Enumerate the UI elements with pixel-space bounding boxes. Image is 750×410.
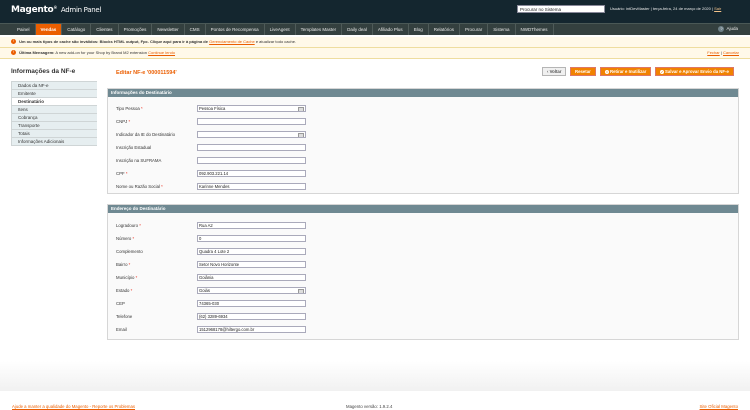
nav-item-blog[interactable]: Blog <box>409 24 429 35</box>
field-label: Complemento <box>116 249 143 254</box>
main-nav: Painel Vendas Catálogo Clientes Promoçõe… <box>0 23 750 35</box>
cache-management-link[interactable]: Gerenciamento de Cache <box>209 39 255 44</box>
nav-item-promocoes[interactable]: Promoções <box>119 24 153 35</box>
warning-icon: ! <box>11 39 16 45</box>
report-bugs-link[interactable]: Ajude a manter a qualidade do Magento - … <box>12 404 135 409</box>
footer: Ajude a manter a qualidade do Magento - … <box>0 361 750 410</box>
suframa-input[interactable] <box>197 157 306 164</box>
notice-actions: Fechar | Cancelar <box>707 50 739 55</box>
nav-item-daily-deal[interactable]: Daily deal <box>342 24 373 35</box>
dismiss-notice-link[interactable]: Cancelar <box>723 50 739 55</box>
nome-razao-social-input[interactable]: Karinne Mendes <box>197 183 306 190</box>
close-notice-link[interactable]: Fechar <box>707 50 719 55</box>
delete-icon: × <box>605 70 609 74</box>
magento-version: Magento versão: 1.9.2.4 <box>346 404 393 409</box>
nav-item-procurar[interactable]: Procurar <box>460 24 489 35</box>
field-label: Nome ou Razão Social * <box>116 184 163 189</box>
section-title: Endereço do Destinatário <box>108 205 738 213</box>
inscricao-estadual-input[interactable] <box>197 144 306 151</box>
help-link[interactable]: ? Ajuda <box>718 26 738 32</box>
nav-item-relatorios[interactable]: Relatórios <box>429 24 460 35</box>
logradouro-input[interactable]: Rua A2 <box>197 222 306 229</box>
nav-item-pontos[interactable]: Pontos de Recompensa <box>206 24 265 35</box>
tipo-pessoa-select[interactable]: Pessoa Física <box>197 105 306 112</box>
complemento-input[interactable]: Quadra 4 Lote 2 <box>197 248 306 255</box>
tab-destinatario[interactable]: Destinatário <box>11 98 97 106</box>
section-title: Informações do Destinatário <box>108 89 738 97</box>
field-label: CEP <box>116 301 125 306</box>
field-label: Município * <box>116 275 138 280</box>
nav-item-liveagent[interactable]: LiveAgent <box>265 24 296 35</box>
nav-item-clientes[interactable]: Clientes <box>91 24 119 35</box>
field-label: Número * <box>116 236 135 241</box>
ie-indicator-select[interactable] <box>197 131 306 138</box>
warning-icon: ! <box>11 50 16 56</box>
field-label: Estado * <box>116 288 133 293</box>
field-label: CPF * <box>116 171 128 176</box>
nav-item-catalogo[interactable]: Catálogo <box>62 24 92 35</box>
tab-transporte[interactable]: Transporte <box>11 122 97 130</box>
nav-item-newsletter[interactable]: Newsletter <box>152 24 185 35</box>
tab-dados-nfe[interactable]: Dados da NF-e <box>11 82 97 90</box>
sidebar-title: Informações da NF-e <box>11 68 76 75</box>
save-approve-button[interactable]: ✓ Salvar e Aprovar Envio da NF-e <box>655 67 734 76</box>
telefone-input[interactable]: (62) 3289-6934 <box>197 313 306 320</box>
bairro-input[interactable]: Setor Novo Horizonte <box>197 261 306 268</box>
nav-item-painel[interactable]: Painel <box>12 24 36 35</box>
nav-item-afiliado-plus[interactable]: Afiliado Plus <box>373 24 409 35</box>
logout-link[interactable]: Sair <box>714 6 721 11</box>
field-label: Indicador da IE do Destinatário <box>116 132 175 137</box>
field-label: CNPJ * <box>116 119 131 124</box>
page-title: Editar NF-e '000011594' <box>116 70 177 76</box>
cnpj-input[interactable] <box>197 118 306 125</box>
nav-item-sistema[interactable]: Sistema <box>488 24 516 35</box>
recipient-info-section: Informações do Destinatário Tipo Pessoa … <box>107 88 739 194</box>
estado-select[interactable]: Goiás <box>197 287 306 294</box>
numero-input[interactable]: 0 <box>197 235 306 242</box>
municipio-input[interactable]: Goiânia <box>197 274 306 281</box>
check-icon: ✓ <box>660 70 664 74</box>
field-label: Tipo Pessoa * <box>116 106 143 111</box>
help-icon: ? <box>718 26 725 32</box>
field-label: Inscrição Estadual <box>116 145 152 150</box>
back-button[interactable]: ‹ Voltar <box>542 67 567 76</box>
field-label: Inscrição na SUFRAMA <box>116 158 162 163</box>
field-label: Bairro * <box>116 262 131 267</box>
email-input[interactable]: 1512968178@hiltergo.com.br <box>197 326 306 333</box>
field-label: Email <box>116 327 127 332</box>
nav-item-nwdthemes[interactable]: NWDThemes <box>516 24 554 35</box>
cache-notice: ! Um ou mais tipos de cache são inválido… <box>0 37 750 48</box>
global-search-input[interactable]: Procurar no Sistema <box>517 5 605 13</box>
tab-totais[interactable]: Totais <box>11 130 97 138</box>
user-info: Usuário: intDevMaster | terça-feira, 24 … <box>610 6 722 11</box>
delete-button[interactable]: × Retirar e Inutilizar <box>600 67 652 76</box>
recipient-address-section: Endereço do Destinatário Logradouro * Ru… <box>107 204 739 340</box>
nav-item-templates-master[interactable]: Templates Master <box>296 24 343 35</box>
field-label: Logradouro * <box>116 223 141 228</box>
tab-emitente[interactable]: Emitente <box>11 90 97 98</box>
message-notice: ! Última Mensagem: A new add-on for your… <box>0 48 750 59</box>
admin-header: Magento® Admin Panel Procurar no Sistema… <box>0 0 750 23</box>
cep-input[interactable]: 74365-030 <box>197 300 306 307</box>
nav-item-cms[interactable]: CMS <box>185 24 206 35</box>
magento-logo[interactable]: Magento® Admin Panel <box>11 5 101 15</box>
cpf-input[interactable]: 092.903.221.14 <box>197 170 306 177</box>
tab-informacoes-adicionais[interactable]: Informações Adicionais <box>11 138 97 146</box>
magento-site-link[interactable]: Site Oficial Magento <box>700 404 738 409</box>
continue-reading-link[interactable]: Continue lendo <box>148 50 175 55</box>
field-label: Telefone <box>116 314 133 319</box>
tab-cobranca[interactable]: Cobrança <box>11 114 97 122</box>
sidebar-tabs: Dados da NF-e Emitente Destinatário Iten… <box>11 81 97 146</box>
reset-button[interactable]: Resetar <box>570 67 596 76</box>
nav-item-vendas[interactable]: Vendas <box>35 24 63 35</box>
tab-itens[interactable]: Itens <box>11 106 97 114</box>
